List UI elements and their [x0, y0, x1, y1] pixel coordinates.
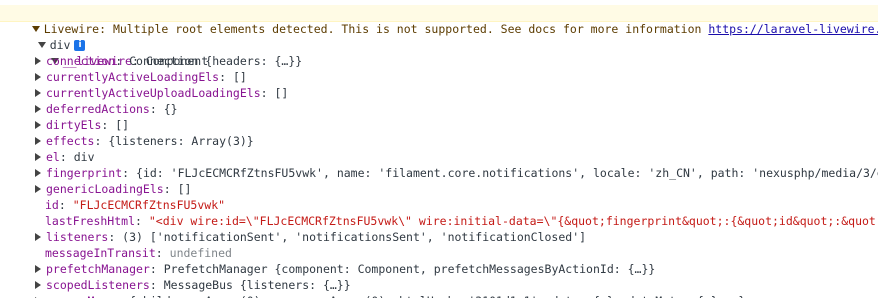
property-key: genericLoadingEls	[46, 182, 164, 196]
property-row-currentlyActiveUploadLoadingEls[interactable]: currentlyActiveUploadLoadingEls: []	[35, 85, 288, 101]
property-key: prefetchManager	[46, 262, 150, 276]
property-value: []	[232, 70, 247, 84]
property-row-connection[interactable]: connection: Connection {headers: {…}}	[35, 53, 302, 69]
property-row-genericLoadingEls[interactable]: genericLoadingEls: []	[35, 181, 191, 197]
property-key: id	[45, 198, 59, 212]
property-key: messageInTransit	[45, 246, 156, 260]
property-row-id[interactable]: id: "FLJcECMCRfZtnsFU5vwk"	[45, 197, 225, 213]
property-value: Connection {headers: {…}}	[129, 54, 303, 68]
property-row-lastFreshHtml[interactable]: lastFreshHtml: "<div wire:id=\"FLJcECMCR…	[45, 213, 878, 229]
expand-triangle-icon[interactable]	[35, 280, 41, 289]
expand-triangle-icon[interactable]	[35, 120, 41, 129]
property-value: "<div wire:id=\"FLJcECMCRfZtnsFU5vwk\" w…	[148, 214, 878, 228]
property-row-dirtyEls[interactable]: dirtyEls: []	[35, 117, 129, 133]
property-value: {children: Array(0), errors: Array(0), h…	[129, 294, 745, 298]
property-row-messageInTransit[interactable]: messageInTransit: undefined	[45, 245, 232, 261]
property-key: serverMemo	[46, 294, 115, 298]
expand-triangle-icon[interactable]	[35, 184, 41, 193]
property-value: MessageBus {listeners: {…}}	[163, 278, 351, 292]
property-key: currentlyActiveUploadLoadingEls	[46, 86, 261, 100]
property-row-deferredActions[interactable]: deferredActions: {}	[35, 101, 178, 117]
property-value: (3) ['notificationSent', 'notificationsS…	[122, 230, 587, 244]
expand-triangle-icon[interactable]	[35, 72, 41, 81]
property-key: connection	[46, 54, 116, 68]
property-key: currentlyActiveLoadingEls	[46, 70, 220, 84]
property-key: lastFreshHtml	[45, 214, 136, 228]
warning-text: Livewire: Multiple root elements detecte…	[43, 22, 709, 36]
property-row-prefetchManager[interactable]: prefetchManager: PrefetchManager {compon…	[35, 261, 655, 277]
property-value: []	[274, 86, 289, 100]
docs-link[interactable]: https://laravel-livewire.com/docs/	[708, 22, 878, 36]
property-row-listeners[interactable]: listeners: (3) ['notificationSent', 'not…	[35, 229, 586, 245]
property-key: listeners	[46, 230, 109, 244]
property-value: {id: 'FLJcECMCRfZtnsFU5vwk', name: 'fila…	[136, 166, 878, 180]
expand-triangle-icon[interactable]	[35, 232, 41, 241]
property-value: []	[115, 118, 130, 132]
expand-triangle-icon[interactable]	[35, 264, 41, 273]
property-key: scopedListeners	[46, 278, 150, 292]
property-key: deferredActions	[46, 102, 150, 116]
warning-message[interactable]: Livewire: Multiple root elements detecte…	[0, 5, 878, 36]
property-key: effects	[46, 134, 95, 148]
devtools-console: Livewire: Multiple root elements detecte…	[0, 0, 878, 298]
expand-triangle-icon[interactable]	[35, 56, 41, 65]
property-value: {}	[163, 102, 178, 116]
property-value: "FLJcECMCRfZtnsFU5vwk"	[72, 198, 226, 212]
root-node[interactable]: div i	[10, 21, 86, 52]
expand-triangle-icon[interactable]	[35, 88, 41, 97]
property-value: undefined	[169, 246, 232, 260]
livewire-node[interactable]: __livewire: Component	[23, 37, 208, 68]
property-row-el[interactable]: el: div	[35, 149, 95, 165]
property-row-fingerprint[interactable]: fingerprint: {id: 'FLJcECMCRfZtnsFU5vwk'…	[35, 165, 878, 181]
property-row-effects[interactable]: effects: {listeners: Array(3)}	[35, 133, 254, 149]
property-row-serverMemo[interactable]: serverMemo: {children: Array(0), errors:…	[35, 293, 745, 298]
property-value: div	[73, 150, 95, 164]
property-value: {listeners: Array(3)}	[108, 134, 254, 148]
expand-triangle-icon[interactable]	[35, 168, 41, 177]
property-value: PrefetchManager {component: Component, p…	[163, 262, 656, 276]
property-key: fingerprint	[46, 166, 123, 180]
property-row-scopedListeners[interactable]: scopedListeners: MessageBus {listeners: …	[35, 277, 351, 293]
property-key: el	[46, 150, 60, 164]
expand-triangle-icon[interactable]	[35, 136, 41, 145]
expand-triangle-icon[interactable]	[35, 152, 41, 161]
expand-triangle-icon[interactable]	[35, 104, 41, 113]
property-value: []	[177, 182, 192, 196]
property-row-currentlyActiveLoadingEls[interactable]: currentlyActiveLoadingEls: []	[35, 69, 247, 85]
property-key: dirtyEls	[46, 118, 102, 132]
